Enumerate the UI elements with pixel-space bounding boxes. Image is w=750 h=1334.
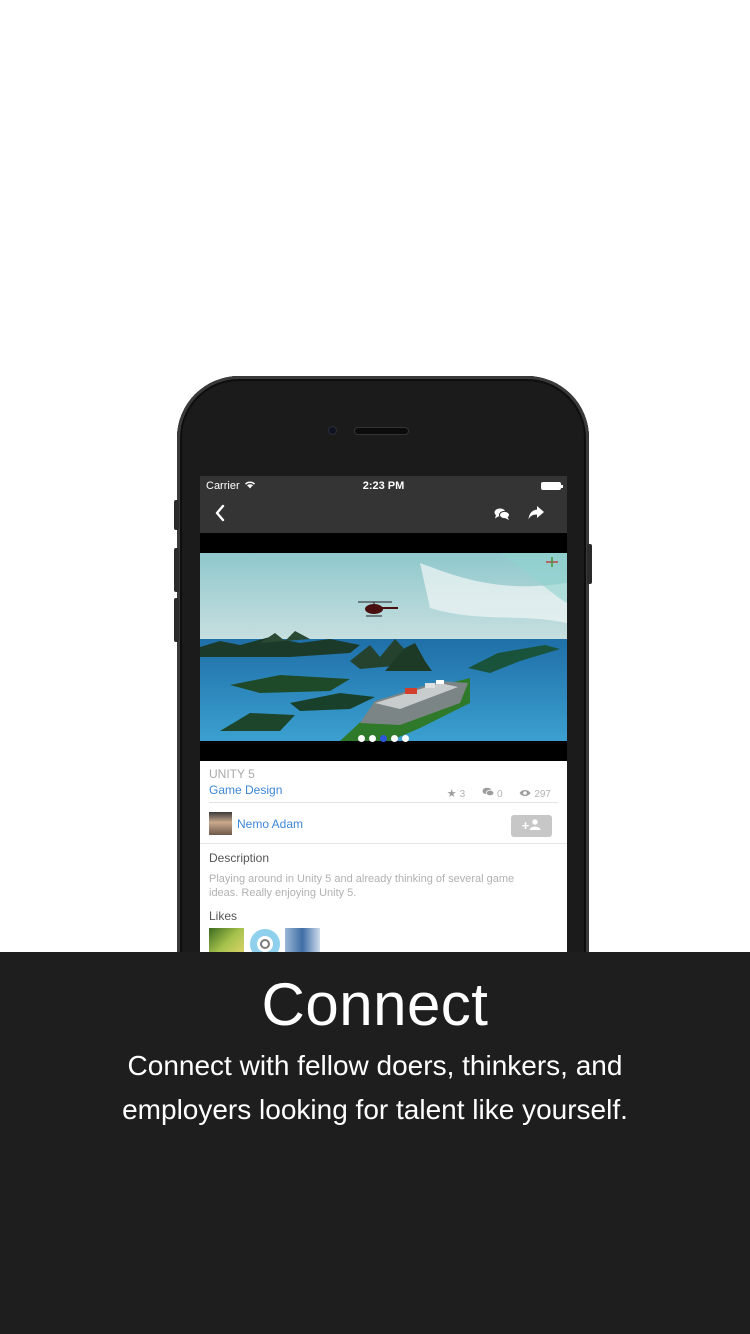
- carousel-dot[interactable]: [369, 735, 376, 742]
- description-section: Description Playing around in Unity 5 an…: [200, 844, 567, 923]
- project-category: UNITY 5: [209, 767, 255, 781]
- comments-stat: 0: [482, 787, 503, 800]
- promo-description: Connect with fellow doers, thinkers, and…: [122, 1050, 628, 1125]
- avatar[interactable]: [209, 812, 232, 835]
- earpiece-speaker: [355, 428, 408, 434]
- project-info: UNITY 5 Game Design ★ 3 0 297: [200, 761, 567, 803]
- app-screen: Carrier 2:23 PM UNITY 5 Game Design ★ 3 …: [200, 476, 567, 952]
- chevron-left-icon[interactable]: [214, 504, 226, 526]
- volume-up-button: [174, 548, 179, 592]
- navigation-bar: [200, 496, 567, 533]
- project-image-carousel[interactable]: [200, 533, 567, 761]
- promo-panel: Connect Connect with fellow doers, think…: [0, 952, 750, 1334]
- battery-icon: [541, 482, 563, 490]
- mute-switch: [174, 500, 179, 530]
- author-name-link[interactable]: Nemo Adam: [237, 817, 303, 831]
- likes-label: Likes: [209, 909, 238, 923]
- status-bar: Carrier 2:23 PM: [200, 476, 567, 496]
- eye-icon: [519, 788, 531, 800]
- liker-avatar[interactable]: [248, 928, 283, 952]
- share-icon[interactable]: [527, 505, 545, 521]
- star-icon: ★: [446, 788, 457, 800]
- carousel-dot[interactable]: [391, 735, 398, 742]
- carousel-page-indicator[interactable]: [200, 735, 567, 742]
- carousel-dot[interactable]: [402, 735, 409, 742]
- liker-avatar[interactable]: [209, 928, 244, 952]
- description-label: Description: [209, 851, 270, 865]
- carousel-dot[interactable]: [358, 735, 365, 742]
- user-icon: [529, 818, 541, 833]
- views-count: 297: [534, 789, 551, 800]
- project-stats: ★ 3 0 297: [433, 787, 551, 800]
- volume-down-button: [174, 598, 179, 642]
- promo-title: Connect: [261, 971, 489, 1038]
- project-screenshot: [200, 553, 567, 741]
- liker-avatar[interactable]: [285, 928, 320, 952]
- description-text: Playing around in Unity 5 and already th…: [209, 873, 515, 899]
- chat-bubbles-icon[interactable]: [494, 507, 510, 521]
- likes-list: [200, 928, 567, 952]
- carousel-dot[interactable]: [380, 735, 387, 742]
- comments-count: 0: [496, 789, 503, 800]
- status-time: 2:23 PM: [362, 480, 405, 492]
- author-row[interactable]: Nemo Adam +: [200, 803, 567, 843]
- comment-icon: [482, 787, 495, 800]
- power-button: [587, 544, 592, 584]
- follow-user-button[interactable]: +: [511, 815, 552, 837]
- front-camera: [329, 427, 336, 434]
- views-stat: 297: [519, 788, 551, 800]
- stars-stat: ★ 3: [447, 787, 465, 800]
- stars-count: 3: [459, 789, 466, 800]
